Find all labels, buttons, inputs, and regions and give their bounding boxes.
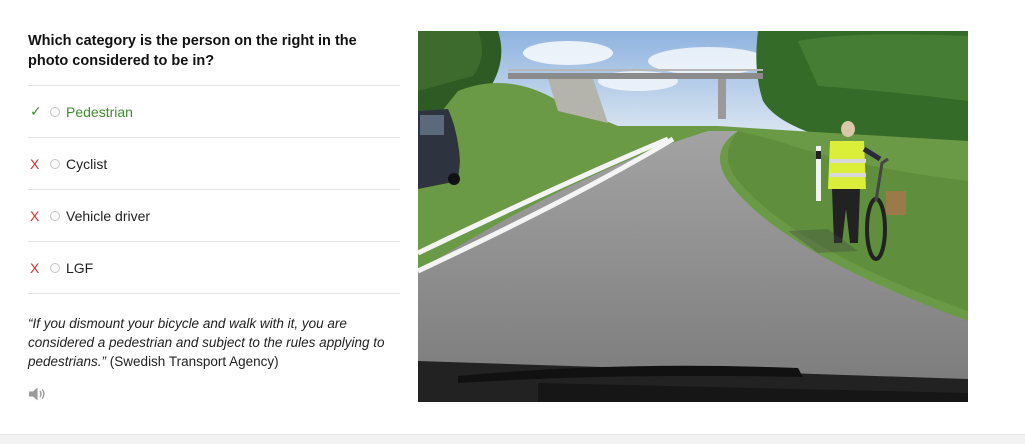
answer-option-pedestrian[interactable]: ✓ Pedestrian [28, 85, 400, 137]
radio-button[interactable] [50, 158, 60, 169]
answer-options: ✓ Pedestrian X Cyclist X Vehicle driver … [28, 85, 400, 294]
radio-button[interactable] [50, 106, 60, 117]
question-photo [418, 31, 968, 402]
radio-button[interactable] [50, 262, 60, 273]
radio-button[interactable] [50, 210, 60, 221]
answer-label: Vehicle driver [66, 207, 151, 224]
answer-label: LGF [66, 259, 94, 276]
bottom-bar [0, 434, 1025, 444]
answer-label: Cyclist [66, 155, 108, 172]
explanation-text: “If you dismount your bicycle and walk w… [28, 314, 400, 371]
question-text: Which category is the person on the righ… [28, 33, 357, 69]
answer-label: Pedestrian [66, 103, 133, 120]
answer-option-vehicle-driver[interactable]: X Vehicle driver [28, 189, 400, 241]
quiz-page: Which category is the person on the righ… [0, 0, 1025, 444]
speaker-icon[interactable] [28, 386, 48, 402]
question-panel: Which category is the person on the righ… [28, 31, 400, 402]
explanation-source: (Swedish Transport Agency) [106, 354, 279, 369]
answer-option-cyclist[interactable]: X Cyclist [28, 137, 400, 189]
x-mark-icon: X [30, 155, 40, 172]
checkmark-icon: ✓ [30, 103, 42, 119]
answer-option-lgf[interactable]: X LGF [28, 241, 400, 294]
x-mark-icon: X [30, 207, 40, 224]
x-mark-icon: X [30, 259, 40, 276]
